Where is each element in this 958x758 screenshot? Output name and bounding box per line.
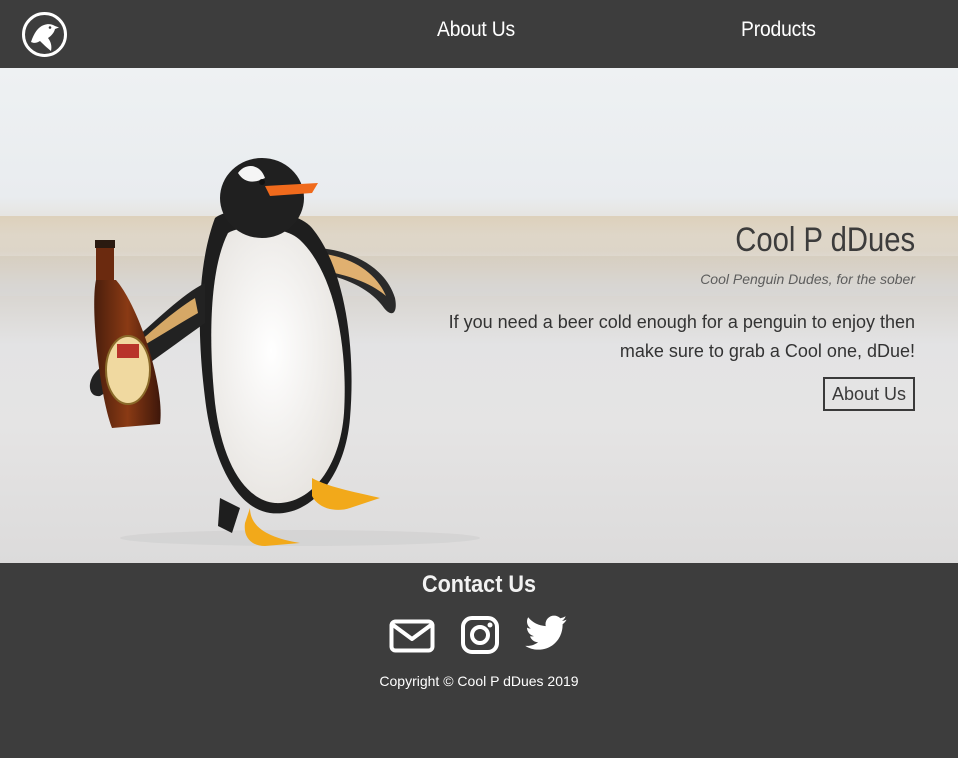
nav-about-us-link[interactable]: About Us [437, 18, 515, 42]
instagram-icon[interactable] [460, 615, 500, 660]
contact-us-heading: Contact Us [421, 571, 537, 598]
social-links [389, 615, 569, 659]
footer: Contact Us Copyright © Cool P dDues 2019 [0, 563, 958, 758]
penguin-logo-icon[interactable] [21, 11, 68, 58]
copyright-text: Copyright © Cool P dDues 2019 [379, 673, 579, 689]
hero-title: Cool P dDues [735, 221, 915, 259]
mail-icon[interactable] [389, 619, 435, 658]
hero-description: If you need a beer cold enough for a pen… [448, 312, 915, 361]
hero-tagline: Cool Penguin Dudes, for the sober [700, 271, 915, 287]
hero-section: Cool P dDues Cool Penguin Dudes, for the… [0, 68, 958, 563]
hero-about-us-button[interactable]: About Us [822, 377, 915, 411]
twitter-icon[interactable] [524, 615, 568, 658]
nav-products-link[interactable]: Products [741, 18, 816, 42]
top-nav-bar: About Us Products [0, 0, 958, 68]
